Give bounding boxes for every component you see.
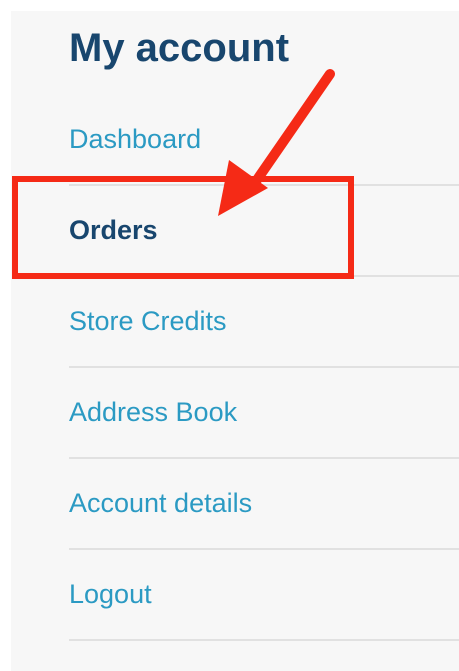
page-title: My account — [69, 26, 290, 70]
address-book-link[interactable]: Address Book — [69, 397, 237, 428]
sidebar-item-orders: Orders — [69, 186, 459, 277]
sidebar-item-dashboard: Dashboard — [69, 94, 459, 186]
sidebar-item-logout: Logout — [69, 550, 459, 641]
store-credits-link[interactable]: Store Credits — [69, 306, 227, 337]
sidebar-item-account-details: Account details — [69, 459, 459, 550]
dashboard-link[interactable]: Dashboard — [69, 124, 201, 155]
sidebar-item-store-credits: Store Credits — [69, 277, 459, 368]
account-navigation: Dashboard Orders Store Credits Address B… — [69, 94, 459, 641]
logout-link[interactable]: Logout — [69, 579, 152, 610]
sidebar-item-address-book: Address Book — [69, 368, 459, 459]
account-details-link[interactable]: Account details — [69, 488, 252, 519]
orders-link[interactable]: Orders — [69, 215, 158, 246]
